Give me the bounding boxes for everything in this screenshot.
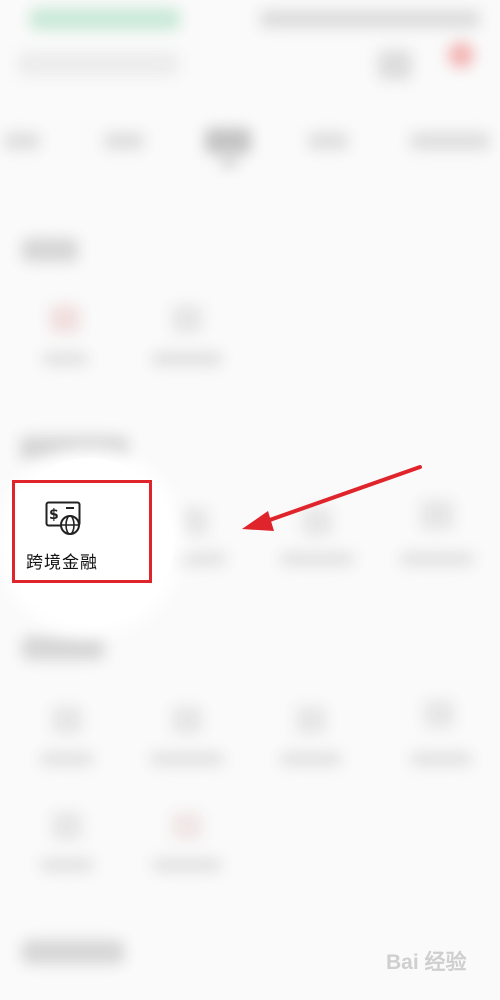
message-icon[interactable] xyxy=(448,42,474,68)
grid-icon-4[interactable] xyxy=(178,508,208,536)
tab-5[interactable] xyxy=(410,132,490,150)
section-2-title xyxy=(20,436,128,460)
grid-label-6 xyxy=(400,552,474,566)
tab-indicator xyxy=(220,160,238,166)
tab-2[interactable] xyxy=(104,132,144,150)
grid-label-10 xyxy=(410,752,472,766)
card-globe-icon[interactable]: $ xyxy=(45,500,83,536)
baidu-watermark: Bai 经验 xyxy=(386,951,467,974)
status-bar-left xyxy=(30,8,180,30)
grid-label-12 xyxy=(152,858,222,872)
cross-border-finance-label[interactable]: 跨境金融 xyxy=(26,548,98,573)
grid-icon-11[interactable] xyxy=(52,812,82,840)
status-bar-right xyxy=(260,10,480,28)
tab-3-active[interactable] xyxy=(205,128,251,154)
grid-label-11 xyxy=(40,858,94,872)
grid-icon-1[interactable] xyxy=(50,305,80,333)
grid-label-8 xyxy=(150,752,224,766)
grid-icon-8[interactable] xyxy=(172,706,202,734)
grid-label-2 xyxy=(152,352,222,366)
section-1-title xyxy=(22,238,78,262)
section-3-title xyxy=(22,636,104,660)
scan-icon[interactable] xyxy=(378,50,412,80)
grid-label-7 xyxy=(40,752,94,766)
tab-4[interactable] xyxy=(308,132,348,150)
grid-icon-12[interactable] xyxy=(172,812,202,840)
grid-icon-10[interactable] xyxy=(424,700,454,728)
grid-icon-9[interactable] xyxy=(296,706,326,734)
grid-label-9 xyxy=(280,752,342,766)
grid-label-5 xyxy=(280,552,354,566)
tab-1[interactable] xyxy=(4,132,40,150)
grid-label-1 xyxy=(42,352,88,366)
grid-icon-7[interactable] xyxy=(52,706,82,734)
section-4-title xyxy=(22,940,124,964)
svg-text:$: $ xyxy=(49,507,59,523)
search-bar[interactable] xyxy=(18,52,178,76)
annotation-arrow xyxy=(242,465,422,531)
grid-icon-2[interactable] xyxy=(172,305,202,333)
